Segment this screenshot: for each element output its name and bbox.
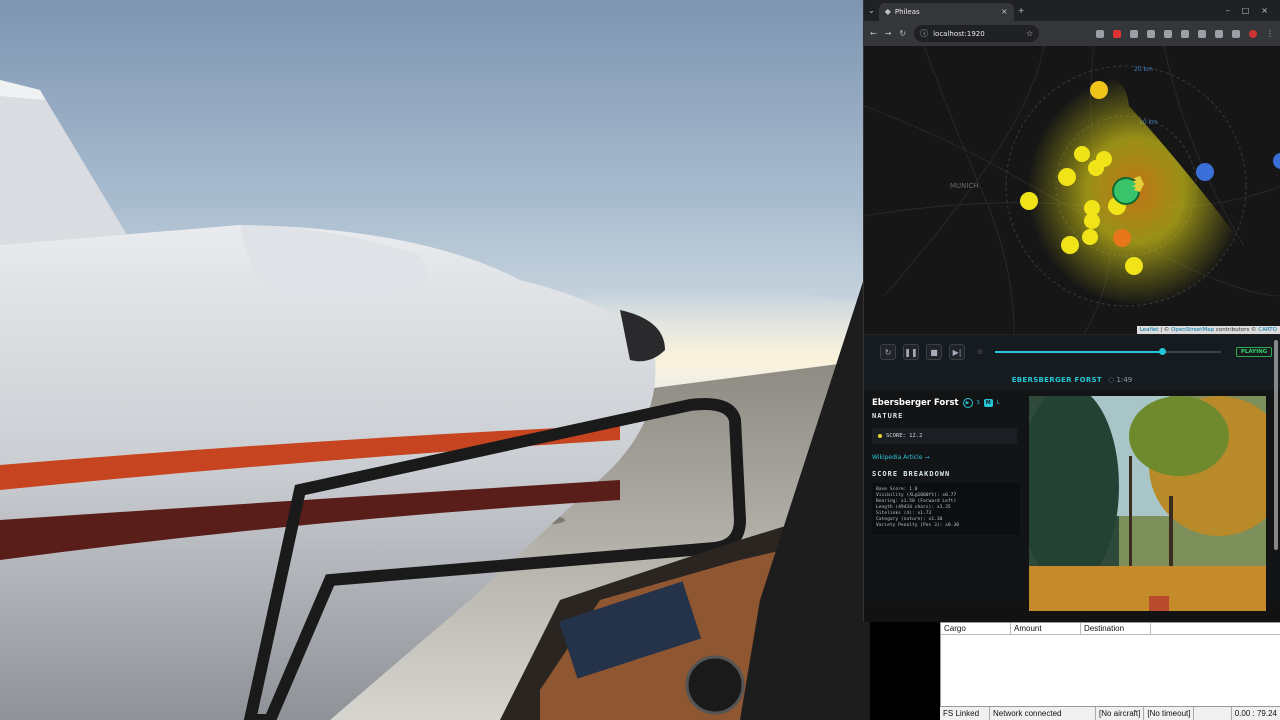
bookmark-star-icon[interactable]: ☆: [1026, 29, 1033, 38]
poi-category: NATURE: [872, 412, 904, 420]
osm-link[interactable]: OpenStreetMap: [1171, 327, 1214, 333]
size-chip-s[interactable]: S: [977, 400, 980, 406]
poi-detail: Ebersberger Forst ▶ S M L NATURE SCORE: …: [864, 390, 1280, 611]
extension-icon[interactable]: [1164, 29, 1172, 38]
toolbar: ← → ↻ ⓘ localhost:1920 ☆ ⋮: [864, 21, 1280, 46]
poi-marker[interactable]: [1090, 81, 1108, 99]
stop-button[interactable]: ■: [926, 344, 942, 360]
skip-button[interactable]: ▶|: [949, 344, 965, 360]
breakdown-line: Variety Penalty (Pos 3): x0.30: [876, 523, 959, 528]
now-playing: EBERSBERGER FORST ◌ 1:49: [864, 376, 1280, 384]
now-playing-time: ◌ 1:49: [1108, 376, 1133, 384]
poi-marker[interactable]: [1273, 153, 1280, 169]
site-info-icon[interactable]: ⓘ: [920, 29, 928, 38]
gauge-icon: [685, 655, 745, 715]
favicon-icon: ◆: [884, 7, 891, 16]
attribution-contrib: contributors ©: [1214, 327, 1259, 333]
status-timeout: [No timeout]: [1144, 706, 1195, 720]
poi-marker[interactable]: [1058, 168, 1076, 186]
poi-marker[interactable]: [1084, 213, 1100, 229]
col-destination[interactable]: Destination: [1081, 623, 1151, 634]
scrollbar[interactable]: [1274, 340, 1278, 550]
status-bar: FS Linked Network connected [No aircraft…: [940, 706, 1280, 720]
poi-photo: [1029, 396, 1266, 611]
forward-icon[interactable]: →: [885, 29, 892, 38]
tab-search-icon[interactable]: ⌄: [868, 6, 875, 15]
map[interactable]: 10 km 20 km MUNICH Leaflet | © OpenStree…: [864, 46, 1280, 334]
poi-marker[interactable]: [1082, 229, 1098, 245]
extension-icon[interactable]: [1181, 29, 1189, 38]
col-cargo[interactable]: Cargo: [941, 623, 1011, 634]
poi-marker[interactable]: [1196, 163, 1214, 181]
close-tab-icon[interactable]: ×: [1001, 8, 1008, 16]
tab-title: Phileas: [894, 8, 920, 16]
col-amount[interactable]: Amount: [1011, 623, 1081, 634]
score-box: SCORE: 12.2: [872, 428, 1017, 444]
score-value: SCORE: 12.2: [886, 433, 923, 439]
status-aircraft: [No aircraft]: [1096, 706, 1145, 720]
extensions: ⋮: [1096, 29, 1274, 38]
profile-avatar[interactable]: [1249, 29, 1257, 38]
cargo-table-header: Cargo Amount Destination: [941, 623, 1280, 635]
cockpit-scene: [0, 80, 870, 720]
poi-marker[interactable]: [1061, 236, 1079, 254]
minimize-icon[interactable]: –: [1226, 6, 1230, 15]
wing: [0, 80, 130, 245]
remaining-time: 1:49: [1116, 376, 1133, 384]
sidebar-icon[interactable]: [1198, 29, 1206, 38]
extension-icon[interactable]: [1215, 29, 1223, 38]
wikipedia-link[interactable]: Wikipedia Article →: [872, 454, 1022, 461]
progress-slider[interactable]: [994, 348, 1221, 355]
city-label: MUNICH: [950, 182, 979, 190]
map-attribution: Leaflet | © OpenStreetMap contributors ©…: [1136, 326, 1280, 334]
replay-button[interactable]: ↻: [880, 344, 896, 360]
extension-icon[interactable]: [1113, 29, 1121, 38]
progress-knob[interactable]: [1159, 348, 1167, 355]
status-badge: PLAYING: [1235, 347, 1273, 357]
address-bar[interactable]: ⓘ localhost:1920 ☆: [914, 25, 1040, 42]
carto-link[interactable]: CARTO: [1258, 327, 1277, 333]
poi-marker[interactable]: [1113, 229, 1131, 247]
screen: ⌄ ◆ Phileas × + – □ × ← → ↻ ⓘ localhost:…: [0, 0, 1280, 720]
pause-button[interactable]: ❚❚: [903, 344, 919, 360]
audio-player: ↻ ❚❚ ■ ▶| 0: PLAYING EBERSBERGER FORST ◌…: [864, 334, 1280, 390]
status-network: Network connected: [990, 706, 1096, 720]
now-playing-title: EBERSBERGER FORST: [1011, 376, 1102, 384]
new-tab-icon[interactable]: +: [1018, 6, 1025, 15]
tab-strip: ⌄ ◆ Phileas × + – □ ×: [864, 0, 1280, 21]
poi-marker[interactable]: [1125, 257, 1143, 275]
devtools-icon[interactable]: [1232, 29, 1240, 38]
play-icon[interactable]: ▶: [962, 398, 973, 408]
url-text: localhost:1920: [933, 29, 985, 38]
ring-outer-label: 20 km: [1134, 66, 1153, 73]
score-breakdown: Base Score: 1.0 Visibility (XL@1000ft): …: [872, 483, 1020, 535]
status-coords: 0.00 : 79.24: [1230, 706, 1280, 720]
close-window-icon[interactable]: ×: [1261, 6, 1268, 15]
poi-marker[interactable]: [1020, 192, 1038, 210]
score-dot-icon: [878, 434, 882, 438]
status-fs-linked: FS Linked: [940, 706, 990, 720]
size-chip-m[interactable]: M: [983, 399, 993, 407]
flight-sim-view: [0, 0, 870, 720]
poi-title: Ebersberger Forst: [872, 398, 959, 408]
back-icon[interactable]: ←: [870, 29, 877, 38]
extension-icon[interactable]: [1130, 29, 1138, 38]
puzzle-icon[interactable]: [1147, 29, 1155, 38]
progress-fill: [994, 351, 1163, 353]
reload-icon[interactable]: ↻: [899, 29, 906, 38]
elapsed-time: 0:: [978, 348, 984, 356]
maximize-icon[interactable]: □: [1242, 6, 1250, 15]
size-chip-l[interactable]: L: [997, 400, 1000, 406]
menu-icon[interactable]: ⋮: [1266, 29, 1274, 38]
poi-marker[interactable]: [1074, 146, 1090, 162]
forest-image: [1029, 396, 1266, 611]
attribution-sep: | ©: [1158, 327, 1172, 333]
score-breakdown-title: SCORE BREAKDOWN: [872, 470, 951, 478]
leaflet-link[interactable]: Leaflet: [1140, 327, 1159, 333]
browser-window: ⌄ ◆ Phileas × + – □ × ← → ↻ ⓘ localhost:…: [863, 0, 1280, 622]
map-canvas[interactable]: 10 km 20 km MUNICH: [864, 46, 1280, 334]
browser-tab[interactable]: ◆ Phileas ×: [878, 3, 1014, 21]
poi-marker[interactable]: [1088, 160, 1104, 176]
extension-icon[interactable]: [1096, 29, 1104, 38]
